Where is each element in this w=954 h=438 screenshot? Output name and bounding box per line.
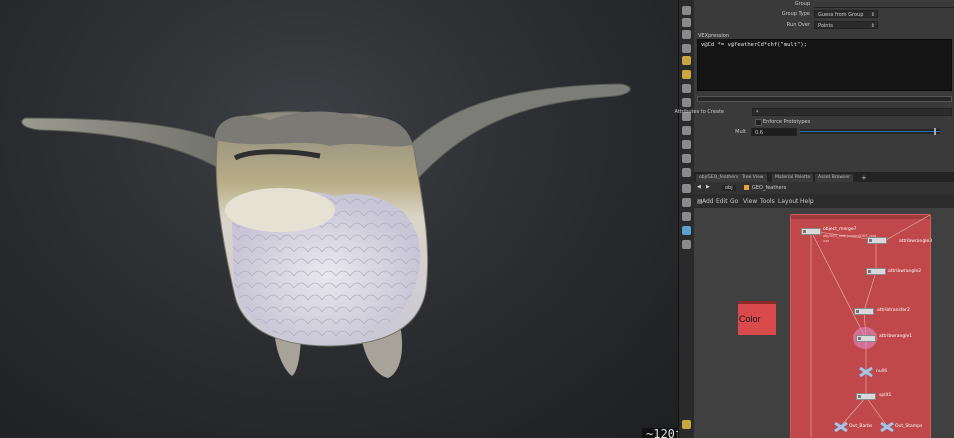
updown-arrow-icon: ⇕ xyxy=(870,12,875,18)
node-split1-label: split1 xyxy=(879,393,892,398)
back-arrow-icon[interactable]: ◀ xyxy=(697,184,701,190)
mult-field[interactable]: 0.6 xyxy=(751,128,797,136)
run-over-value: Points xyxy=(818,23,834,29)
fps-readout: ~120fps xyxy=(642,428,678,438)
mult-label: Mult xyxy=(735,129,746,135)
wireframe-icon[interactable] xyxy=(682,98,691,107)
node-null6-label: null6 xyxy=(876,369,888,374)
node-out-barbs-label: Out_Barbs xyxy=(849,424,873,429)
display-icon[interactable] xyxy=(682,84,691,93)
attributes-to-create-label: Attributes to Create xyxy=(674,109,725,115)
normal-icon[interactable] xyxy=(682,140,691,149)
node-split1[interactable] xyxy=(856,393,876,400)
group-field[interactable] xyxy=(814,0,954,8)
tab-material-palette[interactable]: Material Palette xyxy=(772,174,814,182)
mult-slider-handle[interactable] xyxy=(934,128,936,135)
network-editor: obj/GEO_feathers Tree View Material Pale… xyxy=(694,172,954,438)
node-attribwrangle1-label: attribwrangle1 xyxy=(879,334,913,339)
menu-add[interactable]: Add xyxy=(702,198,714,205)
network-box[interactable]: object_merge7 obj/GEO_rest_import/OUT_re… xyxy=(790,214,933,438)
updown-arrow-icon: ⇕ xyxy=(870,23,875,29)
run-over-row: Run Over Points ⇕ xyxy=(694,21,954,30)
render-icon[interactable] xyxy=(682,240,691,249)
feather-creature-render xyxy=(21,83,631,378)
sticky-note-color[interactable]: Color xyxy=(738,301,776,335)
node-attribwrangle2-label: attribwrangle2 xyxy=(888,269,922,274)
node-out-stamps-label: Out_Stamps xyxy=(895,424,923,429)
enforce-prototypes-label: Enforce Prototypes xyxy=(763,119,811,125)
network-menu-bar: ▤ Add Edit Go View Tools Layout Help xyxy=(694,194,954,209)
snap-icon[interactable] xyxy=(682,56,691,65)
run-over-label: Run Over xyxy=(786,22,810,28)
run-over-select[interactable]: Points ⇕ xyxy=(814,21,878,29)
attributes-to-create-row: Attributes to Create * xyxy=(675,108,954,117)
node-out-stamps[interactable] xyxy=(880,422,894,432)
frame-icon[interactable] xyxy=(682,198,691,207)
template-icon[interactable] xyxy=(682,168,691,177)
group-type-row: Group Type Guess from Group ⇕ xyxy=(694,10,954,19)
lock-icon[interactable] xyxy=(682,6,691,15)
flipbook-icon[interactable] xyxy=(682,420,691,429)
group-row: Group xyxy=(694,0,954,9)
vexpression-scrollbar[interactable] xyxy=(697,96,952,102)
attributes-to-create-value: * xyxy=(756,110,759,116)
group-type-label: Group Type xyxy=(781,11,810,17)
enforce-prototypes-row: Enforce Prototypes xyxy=(694,118,954,127)
path-obj[interactable]: obj xyxy=(722,185,736,191)
path-bar: ◀ ▶ obj GEO_feathers xyxy=(694,182,954,194)
group-label: Group xyxy=(794,1,810,7)
node-attribwrangle3-label: attribwrangle3 xyxy=(899,239,933,244)
geo-node-icon xyxy=(744,185,749,190)
ghost-icon[interactable] xyxy=(682,30,691,39)
node-attribwrangle2[interactable] xyxy=(866,268,886,275)
tab-tree-view[interactable]: Tree View xyxy=(739,174,767,182)
network-canvas[interactable]: object_merge7 obj/GEO_rest_import/OUT_re… xyxy=(694,208,954,438)
select-icon[interactable] xyxy=(682,184,691,193)
visualizer-icon[interactable] xyxy=(682,154,691,163)
node-out-barbs[interactable] xyxy=(834,422,848,432)
attributes-to-create-field[interactable]: * xyxy=(752,108,952,116)
mult-slider-track xyxy=(800,131,940,132)
node-object-merge7[interactable] xyxy=(801,228,821,235)
node-attribwrangle3[interactable] xyxy=(867,237,887,244)
group-type-select[interactable]: Guess from Group ⇕ xyxy=(814,10,878,18)
menu-help[interactable]: Help xyxy=(800,198,814,205)
tab-asset-browser[interactable]: Asset Browser xyxy=(815,174,853,182)
node-attribtransfer2-label: attribtransfer2 xyxy=(877,308,910,313)
group-type-value: Guess from Group xyxy=(818,12,864,18)
add-tab-button[interactable]: + xyxy=(858,174,870,182)
camera-icon[interactable] xyxy=(682,18,691,27)
color-icon[interactable] xyxy=(682,226,691,235)
menu-tools[interactable]: Tools xyxy=(760,198,775,205)
mult-value: 0.6 xyxy=(755,130,763,136)
menu-edit[interactable]: Edit xyxy=(716,198,728,205)
enforce-prototypes-checkbox[interactable] xyxy=(755,119,762,126)
menu-go[interactable]: Go xyxy=(730,198,738,205)
light-icon[interactable] xyxy=(682,70,691,79)
point-icon[interactable] xyxy=(682,126,691,135)
parameter-pane: Group Group Type Guess from Group ⇕ Run O… xyxy=(675,0,954,172)
node-attribwrangle1[interactable] xyxy=(856,335,876,342)
viewport[interactable]: ~120fps xyxy=(0,0,678,438)
menu-view[interactable]: View xyxy=(743,198,757,205)
grid-icon[interactable] xyxy=(682,44,691,53)
home-icon[interactable] xyxy=(682,212,691,221)
vexpression-code: v@Cd *= v@featherCd*chf("mult"); xyxy=(701,42,807,48)
mult-slider[interactable] xyxy=(800,128,940,135)
forward-arrow-icon[interactable]: ▶ xyxy=(706,184,710,190)
tab-geo-feathers[interactable]: obj/GEO_feathers xyxy=(696,174,742,182)
network-tab-bar: obj/GEO_feathers Tree View Material Pale… xyxy=(694,172,954,182)
vexpression-editor[interactable]: v@Cd *= v@featherCd*chf("mult"); xyxy=(697,39,952,91)
node-object-merge7-label: object_merge7 xyxy=(823,227,857,232)
menu-layout[interactable]: Layout xyxy=(778,198,798,205)
path-geo-feathers[interactable]: GEO_feathers xyxy=(752,185,786,191)
node-attribtransfer2[interactable] xyxy=(854,308,874,315)
node-null6[interactable] xyxy=(859,367,873,377)
sticky-note-text: Color xyxy=(739,314,761,324)
